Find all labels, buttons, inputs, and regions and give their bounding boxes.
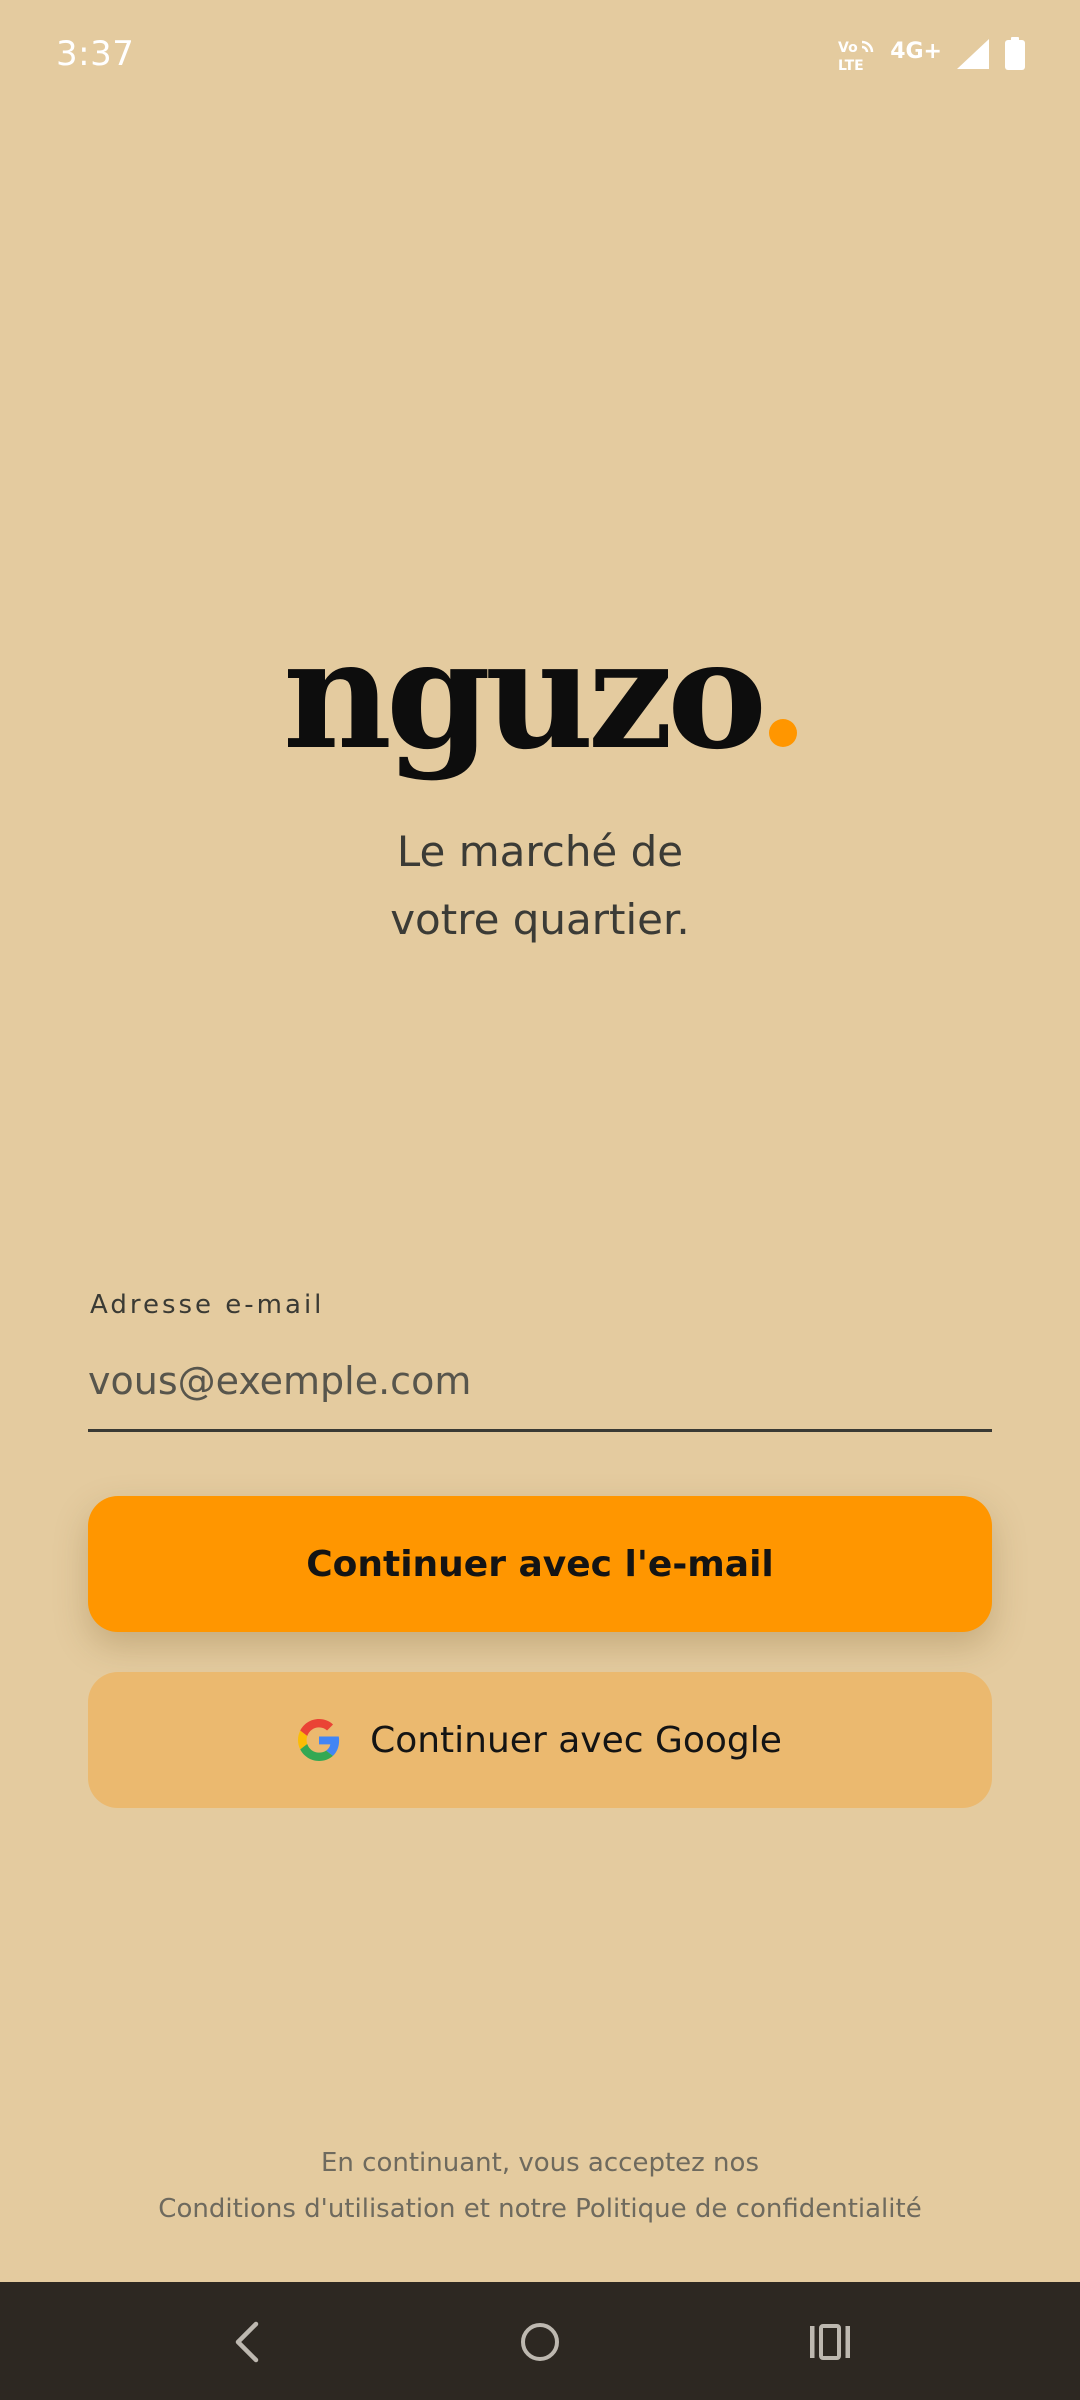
- back-button[interactable]: [208, 2302, 288, 2382]
- status-bar: 3:37 Vo LTE 4G+: [0, 0, 1080, 112]
- email-label: Adresse e-mail: [90, 1290, 325, 1320]
- brand-logo: nguzo: [0, 620, 1080, 770]
- recents-icon: [810, 2324, 850, 2360]
- volte-bottom-text: LTE: [838, 58, 864, 74]
- volte-icon: Vo LTE: [838, 38, 876, 74]
- status-icons: Vo LTE 4G+: [838, 36, 1026, 76]
- system-nav-bar: [0, 2282, 1080, 2400]
- back-icon: [235, 2321, 259, 2363]
- legal-line2[interactable]: Conditions d'utilisation et notre Politi…: [0, 2186, 1080, 2232]
- continue-email-button[interactable]: Continuer avec l'e-mail: [88, 1496, 992, 1632]
- continue-google-button[interactable]: Continuer avec Google: [88, 1672, 992, 1808]
- status-time: 3:37: [56, 34, 135, 74]
- continue-email-label: Continuer avec l'e-mail: [306, 1543, 774, 1585]
- legal-notice: En continuant, vous acceptez nos Conditi…: [0, 2140, 1080, 2232]
- volte-top-text: Vo: [838, 40, 858, 56]
- recents-button[interactable]: [790, 2302, 870, 2382]
- brand-name: nguzo: [282, 607, 767, 783]
- network-type: 4G+: [890, 38, 942, 64]
- tagline-line1: Le marché de: [396, 827, 684, 876]
- battery-icon: [1004, 37, 1026, 75]
- tagline-line2: votre quartier.: [390, 895, 690, 944]
- tagline: Le marché de votre quartier.: [0, 818, 1080, 954]
- continue-google-label: Continuer avec Google: [370, 1719, 782, 1761]
- email-input[interactable]: [88, 1340, 992, 1432]
- home-button[interactable]: [500, 2302, 580, 2382]
- google-icon: [298, 1719, 340, 1761]
- brand-dot: [769, 719, 798, 747]
- signal-icon: [956, 38, 990, 74]
- home-icon: [521, 2323, 559, 2361]
- legal-line1: En continuant, vous acceptez nos: [320, 2148, 759, 2178]
